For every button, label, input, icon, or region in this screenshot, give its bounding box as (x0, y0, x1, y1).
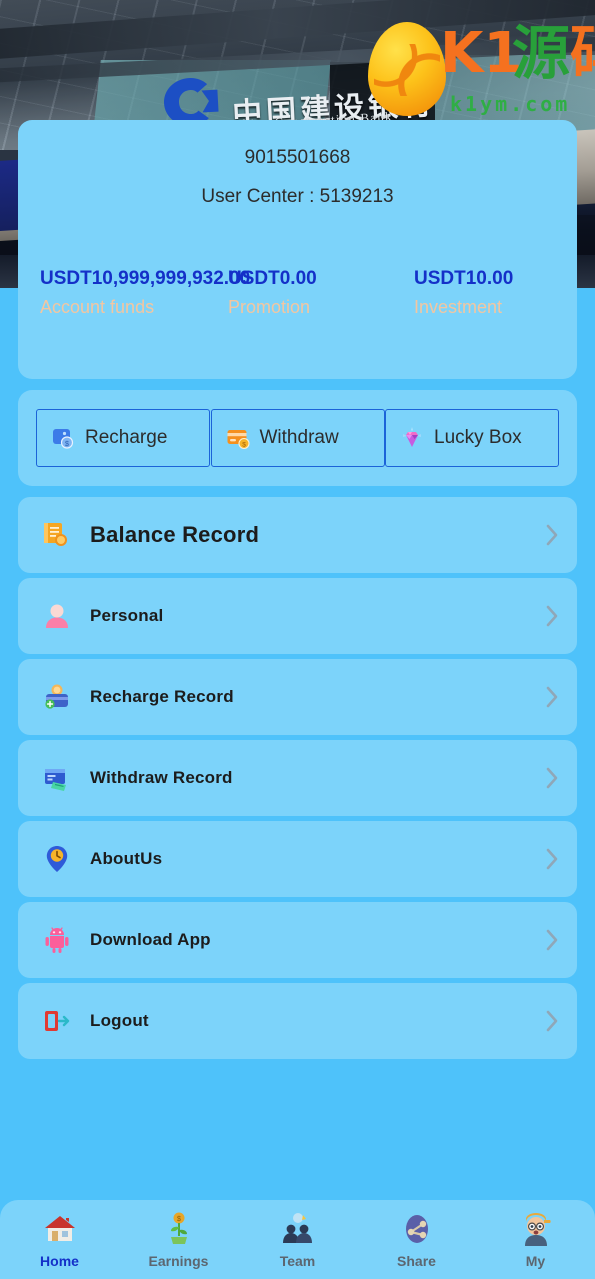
chevron-right-icon (546, 929, 558, 951)
chevron-right-icon (546, 524, 558, 546)
balance-col-promotion[interactable]: USDT0.00 Promotion (206, 266, 392, 320)
lucky-box-button[interactable]: Lucky Box (385, 409, 559, 467)
svg-text:$: $ (177, 1216, 181, 1223)
recharge-icon: $ (53, 429, 74, 449)
balance-label: Account funds (40, 297, 155, 317)
menu-item-label: Download App (90, 930, 211, 949)
watermark-brand-chinese: 源码 (512, 24, 595, 82)
svg-text:$: $ (65, 441, 69, 448)
watermark-swirl-icon (374, 44, 440, 96)
balance-value: USDT10.00 (414, 268, 514, 289)
chevron-right-icon (546, 605, 558, 627)
site-watermark: K1 源码 k1ym.com (368, 18, 595, 118)
recharge-button[interactable]: $ Recharge (36, 409, 210, 467)
withdraw-button[interactable]: $ Withdraw (210, 409, 385, 467)
menu-item-label: Logout (90, 1011, 149, 1030)
menu-item-balance-record[interactable]: Balance Record (18, 497, 577, 573)
balance-value: USDT0.00 (228, 268, 317, 289)
menu-item-download-app[interactable]: Download App (18, 902, 577, 978)
user-id-text: 9015501668 (244, 147, 351, 168)
nav-item-label: Home (40, 1253, 79, 1269)
menu-item-label: Withdraw Record (90, 768, 233, 787)
chevron-right-icon (546, 1010, 558, 1032)
menu-item-label: Recharge Record (90, 687, 234, 706)
about-us-pin-icon (46, 846, 68, 872)
withdraw-card-icon: $ (227, 430, 250, 450)
svg-text:$: $ (242, 442, 246, 449)
balance-label: Investment (414, 297, 503, 317)
chevron-right-icon (546, 848, 558, 870)
balance-col-account-funds[interactable]: USDT10,999,999,932.00 Account funds (18, 266, 251, 320)
logout-door-icon (45, 1011, 70, 1031)
balance-value: USDT10,999,999,932.00 (40, 268, 251, 289)
money-plant-icon: $ (170, 1212, 187, 1244)
nav-item-home[interactable]: Home (0, 1210, 119, 1269)
profile-summary-card: 9015501668 User Center : 5139213 USDT10,… (18, 120, 577, 379)
watermark-cn-char-2: 码 (570, 19, 595, 87)
nav-item-team[interactable]: Team (238, 1210, 357, 1269)
user-face-icon (524, 1213, 551, 1246)
menu-item-logout[interactable]: Logout (18, 983, 577, 1059)
nav-item-label: My (525, 1253, 546, 1269)
team-people-icon (282, 1213, 312, 1243)
chevron-right-icon (546, 686, 558, 708)
menu-item-personal[interactable]: Personal (18, 578, 577, 654)
withdraw-record-icon (45, 769, 66, 791)
balance-col-investment[interactable]: USDT10.00 Investment (392, 266, 577, 320)
menu-item-recharge-record[interactable]: Recharge Record (18, 659, 577, 735)
watermark-brand-k1: K1 (440, 21, 523, 86)
nav-item-label: Team (279, 1253, 316, 1269)
recharge-button-label: Recharge (85, 427, 168, 448)
lucky-box-button-label: Lucky Box (434, 427, 522, 448)
lucky-box-gem-icon (403, 427, 421, 447)
recharge-record-icon (45, 684, 68, 709)
nav-item-label: Earnings (148, 1253, 209, 1269)
bottom-navigation-bar: Home $ Earnings Team Share My (0, 1200, 595, 1279)
user-center-text: User Center : 5139213 (201, 186, 394, 207)
menu-item-label: Personal (90, 606, 164, 625)
share-node-icon (405, 1215, 428, 1243)
chevron-right-icon (546, 767, 558, 789)
nav-item-my[interactable]: My (476, 1210, 595, 1269)
watermark-domain: k1ym.com (450, 92, 571, 116)
balance-record-icon (44, 523, 67, 546)
balance-label: Promotion (228, 297, 311, 317)
menu-item-about-us[interactable]: AboutUs (18, 821, 577, 897)
watermark-cn-char-1: 源 (512, 19, 571, 87)
withdraw-button-label: Withdraw (259, 427, 339, 448)
house-icon (44, 1216, 75, 1241)
nav-item-label: Share (397, 1253, 436, 1269)
nav-item-share[interactable]: Share (357, 1210, 476, 1269)
personal-avatar-icon (46, 604, 68, 628)
menu-item-label: AboutUs (90, 849, 163, 868)
menu-item-label: Balance Record (90, 522, 260, 547)
balance-row: USDT10,999,999,932.00 Account funds USDT… (18, 266, 577, 320)
menu-item-withdraw-record[interactable]: Withdraw Record (18, 740, 577, 816)
android-robot-icon (45, 927, 69, 953)
nav-item-earnings[interactable]: $ Earnings (119, 1210, 238, 1269)
quick-actions-card: $ Recharge $ Withdraw Lucky Box (18, 390, 577, 486)
